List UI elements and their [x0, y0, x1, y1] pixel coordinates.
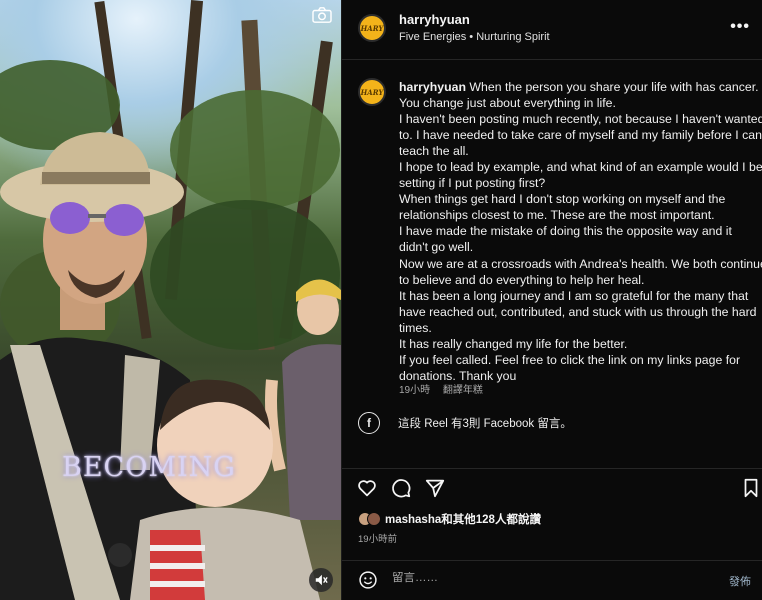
caption-avatar[interactable]: HARY [358, 78, 386, 106]
reel-video[interactable]: BECOMING [0, 0, 341, 600]
facebook-note-text: 這段 Reel 有3則 Facebook 留言。 [398, 418, 572, 430]
caption-line: You change just about everything in life… [399, 96, 616, 111]
caption-line: have reached out, contributed, and stuck… [399, 304, 757, 319]
post-panel: HARY harryhyuan Five Energies • Nurturin… [341, 0, 762, 600]
post-header: HARY harryhyuan Five Energies • Nurturin… [342, 0, 762, 60]
heart-icon[interactable] [356, 477, 378, 499]
more-options-button[interactable]: ••• [730, 18, 750, 36]
caption-username[interactable]: harryhyuan [399, 80, 466, 94]
caption-text: harryhyuan When the person you share you… [399, 79, 762, 384]
comment-bar: 發佈 [342, 560, 762, 600]
emoji-icon[interactable] [358, 570, 378, 590]
caption-line: If you feel called. Feel free to click t… [399, 352, 741, 367]
caption-line: teach the all. [399, 144, 469, 159]
caption-meta: 19小時 翻譯年糕 [399, 381, 493, 396]
caption-line: It has been a long journey and I am so g… [399, 288, 749, 303]
caption-time[interactable]: 19小時 [399, 385, 430, 396]
caption-line: setting if I put posting first? [399, 176, 546, 191]
bookmark-icon[interactable] [740, 477, 762, 499]
header-subtitle[interactable]: Five Energies • Nurturing Spirit [399, 31, 550, 43]
camera-icon[interactable] [311, 6, 333, 24]
comment-input[interactable] [392, 572, 692, 584]
caption-line: I hope to lead by example, and what kind… [399, 160, 762, 175]
post-time[interactable]: 19小時前 [358, 531, 397, 545]
translate-link[interactable]: 翻譯年糕 [443, 385, 483, 396]
caption-line: It has really changed my life for the be… [399, 336, 628, 351]
caption-line: didn't go well. [399, 240, 474, 255]
caption-line: to believe and do everything to help her… [399, 272, 645, 287]
facebook-comments-note: f 這段 Reel 有3則 Facebook 留言。 [358, 412, 572, 434]
video-overlay-text: BECOMING [62, 452, 236, 483]
liker-avatar [367, 512, 381, 526]
mute-icon [315, 574, 328, 586]
caption-line: times. [399, 320, 432, 335]
likes-summary[interactable]: mashasha和其他128人都說讚 [358, 511, 541, 527]
caption-line: I haven't been posting much recently, no… [399, 112, 762, 127]
action-bar [342, 468, 762, 500]
header-username[interactable]: harryhyuan [399, 12, 470, 27]
comment-icon[interactable] [390, 477, 412, 499]
caption-line: When things get hard I don't stop workin… [399, 192, 726, 207]
facebook-icon: f [358, 412, 380, 434]
caption-line: When the person you share your life with… [469, 80, 759, 94]
share-icon[interactable] [424, 477, 446, 499]
caption-line: Now we are at a crossroads with Andrea's… [399, 256, 762, 271]
people-illustration [0, 132, 341, 600]
caption-line: I have made the mistake of doing this th… [399, 224, 732, 239]
avatar-text: HARY [360, 87, 384, 97]
mute-button[interactable] [309, 568, 333, 592]
avatar[interactable]: HARY [358, 14, 386, 42]
post-comment-button[interactable]: 發佈 [729, 573, 751, 589]
likes-text[interactable]: mashasha和其他128人都說讚 [385, 511, 541, 527]
caption-line: relationships closest to me. These are t… [399, 208, 715, 223]
caption-line: to. I have needed to take care of myself… [399, 128, 762, 143]
avatar-text: HARY [360, 23, 384, 33]
